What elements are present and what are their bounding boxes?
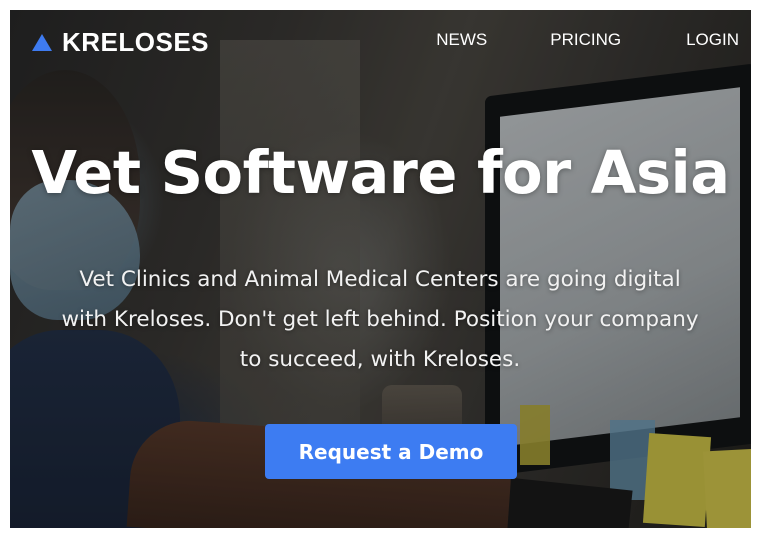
nav-link-login[interactable]: LOGIN xyxy=(686,30,739,50)
nav-link-pricing[interactable]: PRICING xyxy=(550,30,621,50)
triangle-logo-icon xyxy=(32,34,52,51)
logo-link[interactable]: KRELOSES xyxy=(32,27,209,58)
nav-link-news[interactable]: NEWS xyxy=(436,30,487,50)
hero-subtitle: Vet Clinics and Animal Medical Centers a… xyxy=(61,267,699,372)
request-demo-button[interactable]: Request a Demo xyxy=(265,424,517,479)
top-nav: KRELOSES NEWS PRICING LOGIN xyxy=(10,10,751,74)
hero-title: Vet Software for Asia xyxy=(31,138,730,207)
hero-section: KRELOSES NEWS PRICING LOGIN Vet Software… xyxy=(10,10,751,528)
brand-name: KRELOSES xyxy=(62,27,210,57)
nav-links: NEWS PRICING LOGIN xyxy=(436,30,739,50)
